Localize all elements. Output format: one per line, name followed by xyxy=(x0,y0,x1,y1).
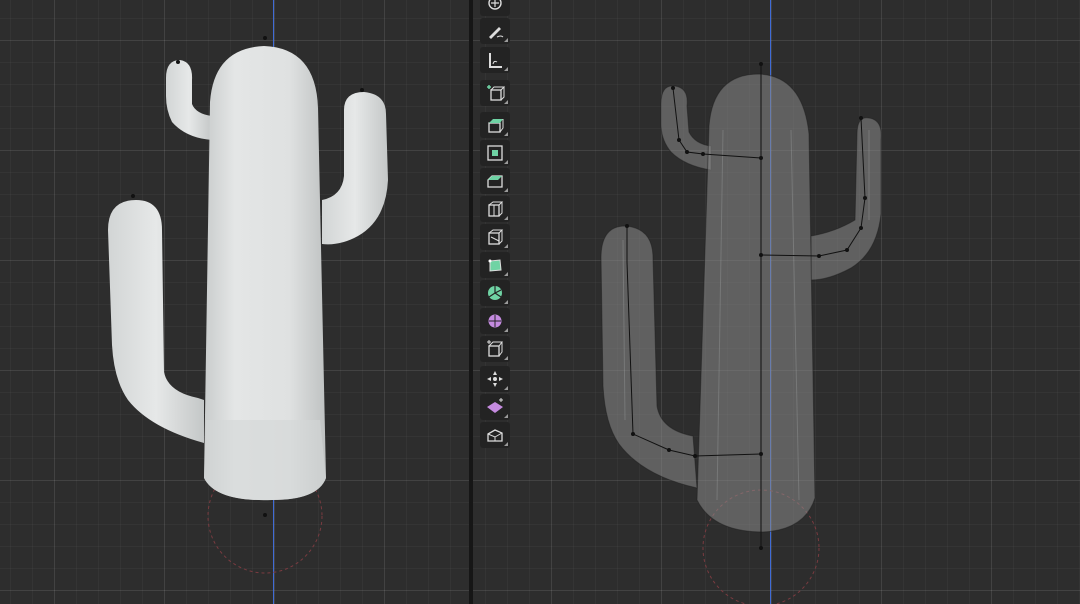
bone-tip-dot xyxy=(176,60,180,64)
add-cube-tool[interactable] xyxy=(480,80,510,106)
add-cube-icon xyxy=(487,85,505,101)
extrude-tool[interactable] xyxy=(480,112,510,138)
spin-icon xyxy=(488,286,502,300)
poly-build-icon xyxy=(488,259,502,272)
smooth-tool[interactable] xyxy=(480,308,510,334)
rip-tool[interactable] xyxy=(480,422,510,448)
loop-cut-icon xyxy=(488,201,504,217)
annotate-icon xyxy=(489,27,504,39)
trunk xyxy=(696,73,816,533)
left-arm xyxy=(108,200,204,443)
viewport-xray[interactable] xyxy=(473,0,1080,604)
spin-tool[interactable] xyxy=(480,280,510,306)
left-arm xyxy=(600,225,698,489)
right-arm xyxy=(322,92,388,245)
inset-icon xyxy=(487,145,503,161)
rip-icon xyxy=(487,429,503,442)
edge-slide-icon xyxy=(487,340,503,357)
xray-cactus-scene xyxy=(600,62,882,604)
shrink-fatten-icon xyxy=(487,371,503,387)
bone-tip-dot xyxy=(360,88,364,92)
bevel-tool[interactable] xyxy=(480,168,510,194)
bone-tip-dot xyxy=(131,194,135,198)
extrude-icon xyxy=(488,119,504,133)
measure-icon xyxy=(489,53,502,68)
edge-slide-tool[interactable] xyxy=(480,336,510,362)
bone-head-dot xyxy=(263,36,267,40)
shrink-fatten-tool[interactable] xyxy=(480,366,510,392)
solid-cactus-scene xyxy=(108,36,388,574)
inset-tool[interactable] xyxy=(480,140,510,166)
shear-icon xyxy=(487,398,503,413)
small-arm-left xyxy=(166,60,212,140)
shear-tool[interactable] xyxy=(480,394,510,420)
knife-icon xyxy=(488,229,504,245)
poly-build-tool[interactable] xyxy=(480,252,510,278)
transform-icon xyxy=(488,0,502,10)
bevel-icon xyxy=(487,175,503,188)
knife-tool[interactable] xyxy=(480,224,510,250)
viewport-solid[interactable] xyxy=(0,0,469,604)
small-arm-left xyxy=(660,85,712,171)
annotate-tool[interactable] xyxy=(480,18,510,44)
measure-tool[interactable] xyxy=(480,47,510,73)
loop-cut-tool[interactable] xyxy=(480,196,510,222)
transform-tool[interactable] xyxy=(480,0,510,16)
bone-tail-dot xyxy=(263,513,267,517)
smooth-icon xyxy=(488,314,502,328)
